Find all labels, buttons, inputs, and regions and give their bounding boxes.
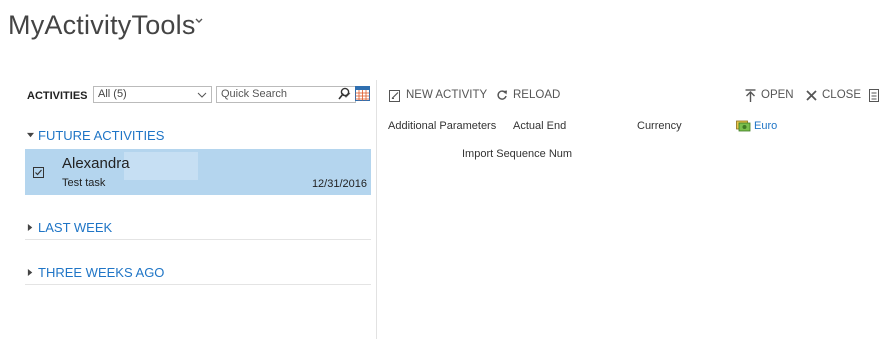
reload-label: RELOAD [513,89,561,101]
close-button[interactable]: CLOSE [806,87,861,103]
section-label: FUTURE ACTIVITIES [38,127,165,143]
task-icon [33,167,44,178]
actual-end-label: Actual End [513,120,567,132]
collapsed-arrow-icon [27,268,33,276]
row-highlight [124,152,198,180]
page-title: MyActivityTools [8,10,196,40]
close-label: CLOSE [822,89,861,101]
currency-icon [736,120,751,132]
section-label: LAST WEEK [38,219,113,235]
calendar-icon[interactable] [355,86,370,101]
activity-row[interactable]: Alexandra Test task 12/31/2016 [25,149,371,195]
additional-parameters-label: Additional Parameters [388,120,497,132]
new-activity-label: NEW ACTIVITY [406,89,488,101]
new-activity-icon [389,89,400,102]
view-selector-value: All (5) [98,88,127,100]
reload-icon [497,90,507,100]
currency-link[interactable]: Euro [736,119,777,132]
activities-pane: ACTIVITIES All (5) Quick Search FUTURE A… [25,80,371,339]
new-activity-button[interactable]: NEW ACTIVITY [389,87,487,103]
activity-subject: Test task [62,177,106,189]
quick-search-placeholder: Quick Search [221,88,288,100]
section-last-week[interactable]: LAST WEEK [25,216,371,238]
search-icon[interactable] [338,87,350,101]
open-icon [745,88,756,102]
section-label: THREE WEEKS AGO [38,264,165,280]
activity-date: 12/31/2016 [311,178,367,190]
view-selector[interactable]: All (5) [93,86,212,103]
close-icon [806,89,817,101]
divider [25,239,371,240]
currency-value: Euro [754,119,778,132]
divider [25,284,371,285]
pane-splitter[interactable] [376,80,377,339]
reload-button[interactable]: RELOAD [496,87,560,103]
currency-label: Currency [637,120,682,132]
expanded-arrow-icon [27,132,34,137]
open-button[interactable]: OPEN [745,87,794,103]
open-label: OPEN [761,89,794,101]
activity-name: Alexandra [62,155,130,172]
activities-label: ACTIVITIES [27,90,88,102]
quick-search-input[interactable]: Quick Search [216,86,356,103]
collapsed-arrow-icon [27,223,33,231]
section-future-activities[interactable]: FUTURE ACTIVITIES [25,124,371,146]
overflow-button[interactable] [869,87,881,103]
document-icon [869,88,879,102]
chevron-down-icon[interactable] [193,15,205,27]
chevron-down-icon [197,92,207,98]
section-three-weeks-ago[interactable]: THREE WEEKS AGO [25,261,371,283]
import-sequence-label: Import Sequence Num [462,148,573,160]
